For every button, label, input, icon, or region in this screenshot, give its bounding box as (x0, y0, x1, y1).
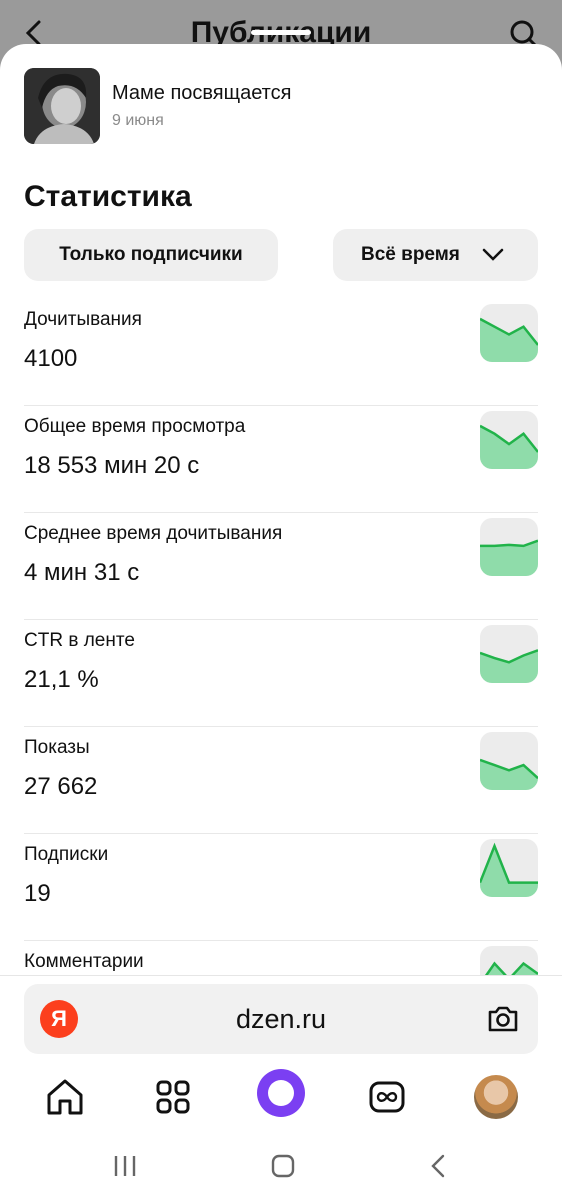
subscribers-only-filter[interactable]: Только подписчики (24, 229, 278, 281)
metric-label: CTR в ленте (24, 630, 135, 651)
video-loop-icon[interactable] (365, 1075, 409, 1119)
sparkline-line (480, 539, 538, 548)
metric-value: 4 мин 31 с (24, 559, 140, 586)
url-text[interactable]: dzen.ru (24, 1004, 538, 1035)
metric-label: Комментарии (24, 951, 144, 972)
home-button-icon[interactable] (270, 1154, 296, 1178)
sparkline-area (480, 318, 538, 362)
profile-avatar[interactable] (474, 1075, 518, 1119)
system-navigation (0, 1135, 562, 1200)
alice-icon[interactable] (257, 1069, 305, 1117)
camera-icon[interactable] (484, 1000, 522, 1038)
metric-value: 19 (24, 880, 51, 907)
period-filter-label: Всё время (361, 244, 460, 265)
metric-value: 4100 (24, 345, 78, 372)
metric-label: Показы (24, 737, 90, 758)
metric-label: Среднее время дочитывания (24, 523, 283, 544)
metric-value: 27 662 (24, 773, 98, 800)
bottom-navigation (0, 1065, 562, 1135)
metric-value: 18 553 мин 20 с (24, 452, 200, 479)
publication-thumbnail (24, 68, 100, 144)
statistics-sheet: Маме посвящается 9 июня Статистика Тольк… (0, 44, 562, 1200)
period-filter[interactable]: Всё время (333, 229, 538, 281)
browser-address-bar: Я dzen.ru (0, 975, 562, 1065)
metrics-list: Дочитывания 4100 Общее время просмотра 1… (0, 299, 562, 1048)
publication-date: 9 июня (112, 112, 164, 129)
publication-title: Маме посвящается (112, 82, 292, 104)
metric-label: Подписки (24, 844, 109, 865)
sparkline-chart (480, 518, 538, 576)
chevron-down-icon (482, 248, 504, 261)
sparkline-area (480, 846, 538, 897)
home-icon[interactable] (43, 1075, 87, 1119)
apps-grid-icon[interactable] (151, 1075, 195, 1119)
publication-header[interactable]: Маме посвящается 9 июня (24, 68, 544, 144)
metric-row[interactable]: Показы 27 662 (0, 727, 562, 834)
sparkline-chart (480, 304, 538, 362)
sparkline-area (480, 759, 538, 790)
metric-row[interactable]: Подписки 19 (0, 834, 562, 941)
metric-row[interactable]: Дочитывания 4100 (0, 299, 562, 406)
metric-row[interactable]: Среднее время дочитывания 4 мин 31 с (0, 513, 562, 620)
metric-label: Дочитывания (24, 309, 142, 330)
sparkline-chart (480, 732, 538, 790)
metric-value: 21,1 % (24, 666, 99, 693)
statistics-heading: Статистика (24, 180, 192, 213)
metric-label: Общее время просмотра (24, 416, 246, 437)
metric-row[interactable]: CTR в ленте 21,1 % (0, 620, 562, 727)
sparkline-area (480, 425, 538, 469)
url-field[interactable]: Я dzen.ru (24, 984, 538, 1054)
sparkline-chart (480, 411, 538, 469)
metric-row[interactable]: Общее время просмотра 18 553 мин 20 с (0, 406, 562, 513)
sparkline-chart (480, 625, 538, 683)
recent-apps-icon[interactable] (112, 1154, 138, 1178)
back-button-icon[interactable] (428, 1154, 450, 1178)
sheet-grabber[interactable] (251, 30, 311, 35)
filters-row: Только подписчики Всё время (24, 229, 538, 281)
sparkline-chart (480, 839, 538, 897)
